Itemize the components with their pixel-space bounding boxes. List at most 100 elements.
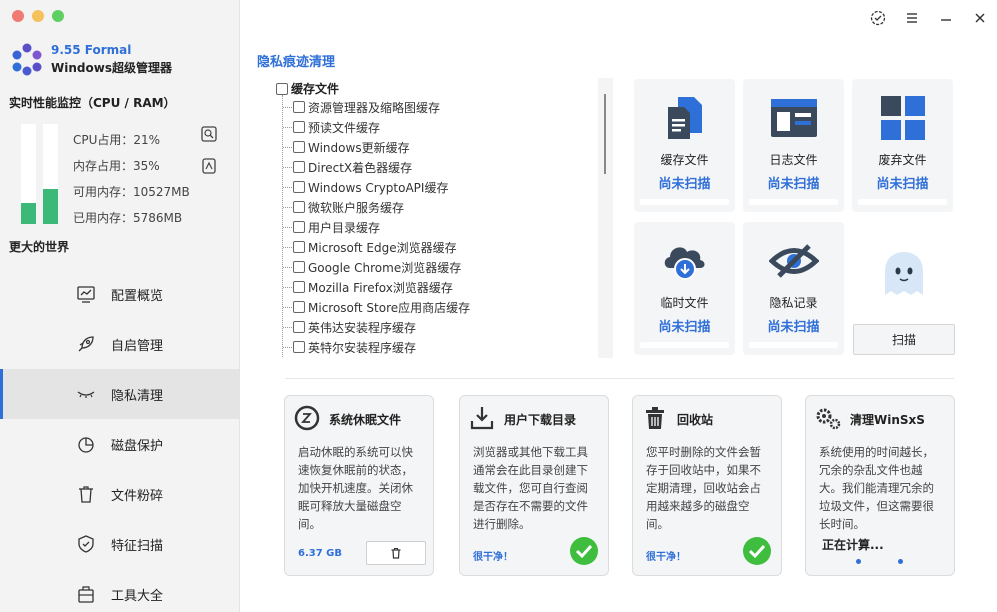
- tree-item[interactable]: Microsoft Edge浏览器缓存: [283, 237, 457, 257]
- tree-root-cache[interactable]: 缓存文件: [276, 80, 339, 97]
- checkbox[interactable]: [276, 82, 288, 95]
- tree-item[interactable]: 资源管理器及缩略图缓存: [283, 97, 440, 117]
- checkbox[interactable]: [293, 121, 305, 133]
- panel-status: 很干净！: [473, 552, 513, 563]
- checkbox[interactable]: [293, 201, 305, 213]
- tree-root-label: 缓存文件: [291, 82, 340, 96]
- tree-item-label: DirectX着色器缓存: [308, 160, 413, 175]
- sidebar-item-disk-protect[interactable]: 磁盘保护: [0, 419, 239, 469]
- menu-icon[interactable]: [895, 8, 929, 28]
- sidebar: 9.55 Formal Windows超级管理器 实时性能监控（CPU / RA…: [0, 0, 240, 612]
- gears-icon: [816, 408, 841, 430]
- category-card-privacy-record[interactable]: 隐私记录 尚未扫描: [743, 222, 844, 355]
- scan-button[interactable]: 扫描: [853, 324, 955, 355]
- minimize-icon[interactable]: [929, 8, 963, 28]
- sleep-icon: [294, 405, 320, 431]
- checkbox[interactable]: [293, 221, 305, 233]
- panel-description: 您平时删除的文件会暂存于回收站中，如果不定期清理，回收站会占用越来越多的磁盘空间…: [646, 445, 761, 531]
- tree-item[interactable]: Mozilla Firefox浏览器缓存: [283, 277, 453, 297]
- sidebar-tagline: 更大的世界: [9, 240, 70, 254]
- panel-description: 系统使用的时间越长，冗余的杂乱文件也越大。我们能清理冗余的垃圾文件，但这需要很长…: [819, 445, 934, 531]
- checkbox[interactable]: [293, 341, 305, 353]
- checkbox[interactable]: [293, 241, 305, 253]
- category-card-log[interactable]: 日志文件 尚未扫描: [743, 79, 844, 212]
- tree-scrollbar[interactable]: [598, 78, 613, 358]
- tree-item-label: Microsoft Edge浏览器缓存: [308, 240, 457, 255]
- category-progress-bar: [640, 199, 729, 205]
- category-status: 尚未扫描: [767, 320, 820, 335]
- category-card-cache[interactable]: 缓存文件 尚未扫描: [634, 79, 735, 212]
- minimize-window-dot[interactable]: [32, 10, 44, 22]
- checkbox[interactable]: [293, 281, 305, 293]
- checkbox[interactable]: [293, 101, 305, 113]
- app-version: 9.55 Formal: [51, 43, 132, 57]
- sidebar-item-startup[interactable]: 自启管理: [0, 319, 239, 369]
- maximize-window-dot[interactable]: [52, 10, 64, 22]
- scrollbar-thumb[interactable]: [604, 94, 606, 174]
- tree-item[interactable]: Microsoft Store应用商店缓存: [283, 297, 470, 317]
- tree-item[interactable]: 用户目录缓存: [283, 217, 380, 237]
- checkbox[interactable]: [293, 161, 305, 173]
- sidebar-item-label: 文件粉碎: [111, 488, 164, 504]
- cloud-download-icon: [664, 247, 705, 280]
- panel-winsxs: 清理WinSxS 系统使用的时间越长，冗余的杂乱文件也越大。我们能清理冗余的垃圾…: [805, 395, 955, 576]
- panel-description: 启动休眠的系统可以快速恢复休眠前的状态，加快开机速度。关闭休眠可释放大量磁盘空间…: [298, 445, 413, 531]
- page-title: 隐私痕迹清理: [257, 55, 336, 70]
- category-label: 废弃文件: [878, 153, 927, 167]
- tree-item-label: 英特尔安装程序缓存: [308, 340, 417, 355]
- delete-hibernate-button[interactable]: [366, 541, 426, 565]
- cpu-detail-icon[interactable]: [200, 125, 218, 143]
- category-label: 日志文件: [769, 153, 818, 167]
- grid-tiles-icon: [881, 96, 925, 140]
- category-progress-bar: [749, 342, 838, 348]
- sidebar-item-file-shred[interactable]: 文件粉碎: [0, 469, 239, 519]
- sidebar-item-privacy-clean[interactable]: 隐私清理: [0, 369, 239, 419]
- tree-item[interactable]: Google Chrome浏览器缓存: [283, 257, 461, 277]
- category-status: 尚未扫描: [658, 320, 711, 335]
- checkbox[interactable]: [293, 181, 305, 193]
- panel-description: 浏览器或其他下载工具通常会在此目录创建下载文件，您可自行查阅是否存在不需要的文件…: [473, 445, 588, 531]
- tree-branch: [283, 226, 292, 228]
- tree-item-label: Windows CryptoAPI缓存: [308, 180, 449, 195]
- titlebar-controls: [861, 8, 997, 28]
- close-icon[interactable]: [963, 8, 997, 28]
- memory-detail-icon[interactable]: [200, 157, 218, 175]
- checkbox[interactable]: [293, 321, 305, 333]
- checkbox[interactable]: [293, 141, 305, 153]
- chart-icon: [77, 286, 95, 303]
- badge-check-icon[interactable]: [861, 8, 895, 28]
- tree-branch: [283, 186, 292, 188]
- panel-status: 很干净！: [646, 552, 686, 563]
- trash-icon: [391, 548, 401, 559]
- category-status: 尚未扫描: [767, 177, 820, 192]
- category-card-junk[interactable]: 废弃文件 尚未扫描: [852, 79, 953, 212]
- tree-item-label: Microsoft Store应用商店缓存: [308, 300, 471, 315]
- category-card-temp[interactable]: 临时文件 尚未扫描: [634, 222, 735, 355]
- panel-status: 正在计算...: [822, 538, 884, 552]
- panel-title: 用户下载目录: [504, 413, 577, 427]
- category-status: 尚未扫描: [658, 177, 711, 192]
- section-divider: [285, 378, 954, 379]
- tree-item[interactable]: 预读文件缓存: [283, 117, 380, 137]
- sidebar-item-config-overview[interactable]: 配置概览: [0, 269, 239, 319]
- category-label: 隐私记录: [769, 296, 818, 310]
- checkbox[interactable]: [293, 301, 305, 313]
- sidebar-item-feature-scan[interactable]: 特征扫描: [0, 519, 239, 569]
- tree-item[interactable]: 英伟达安装程序缓存: [283, 317, 416, 337]
- eye-closed-icon: [77, 391, 95, 398]
- loading-dot: [856, 559, 861, 564]
- cpu-usage-fill: [21, 203, 36, 224]
- checkbox[interactable]: [293, 261, 305, 273]
- panel-title: 清理WinSxS: [850, 413, 925, 427]
- category-label: 缓存文件: [660, 153, 709, 167]
- tree-branch: [283, 206, 292, 208]
- tree-item[interactable]: DirectX着色器缓存: [283, 157, 412, 177]
- tree-item[interactable]: 微软账户服务缓存: [283, 197, 404, 217]
- tree-item[interactable]: 英特尔安装程序缓存: [283, 337, 416, 357]
- sidebar-item-toolbox[interactable]: 工具大全: [0, 569, 239, 612]
- panel-title: 系统休眠文件: [329, 413, 402, 427]
- tree-item[interactable]: Windows CryptoAPI缓存: [283, 177, 448, 197]
- close-window-dot[interactable]: [12, 10, 24, 22]
- tree-item[interactable]: Windows更新缓存: [283, 137, 410, 157]
- eye-slash-icon: [769, 244, 819, 278]
